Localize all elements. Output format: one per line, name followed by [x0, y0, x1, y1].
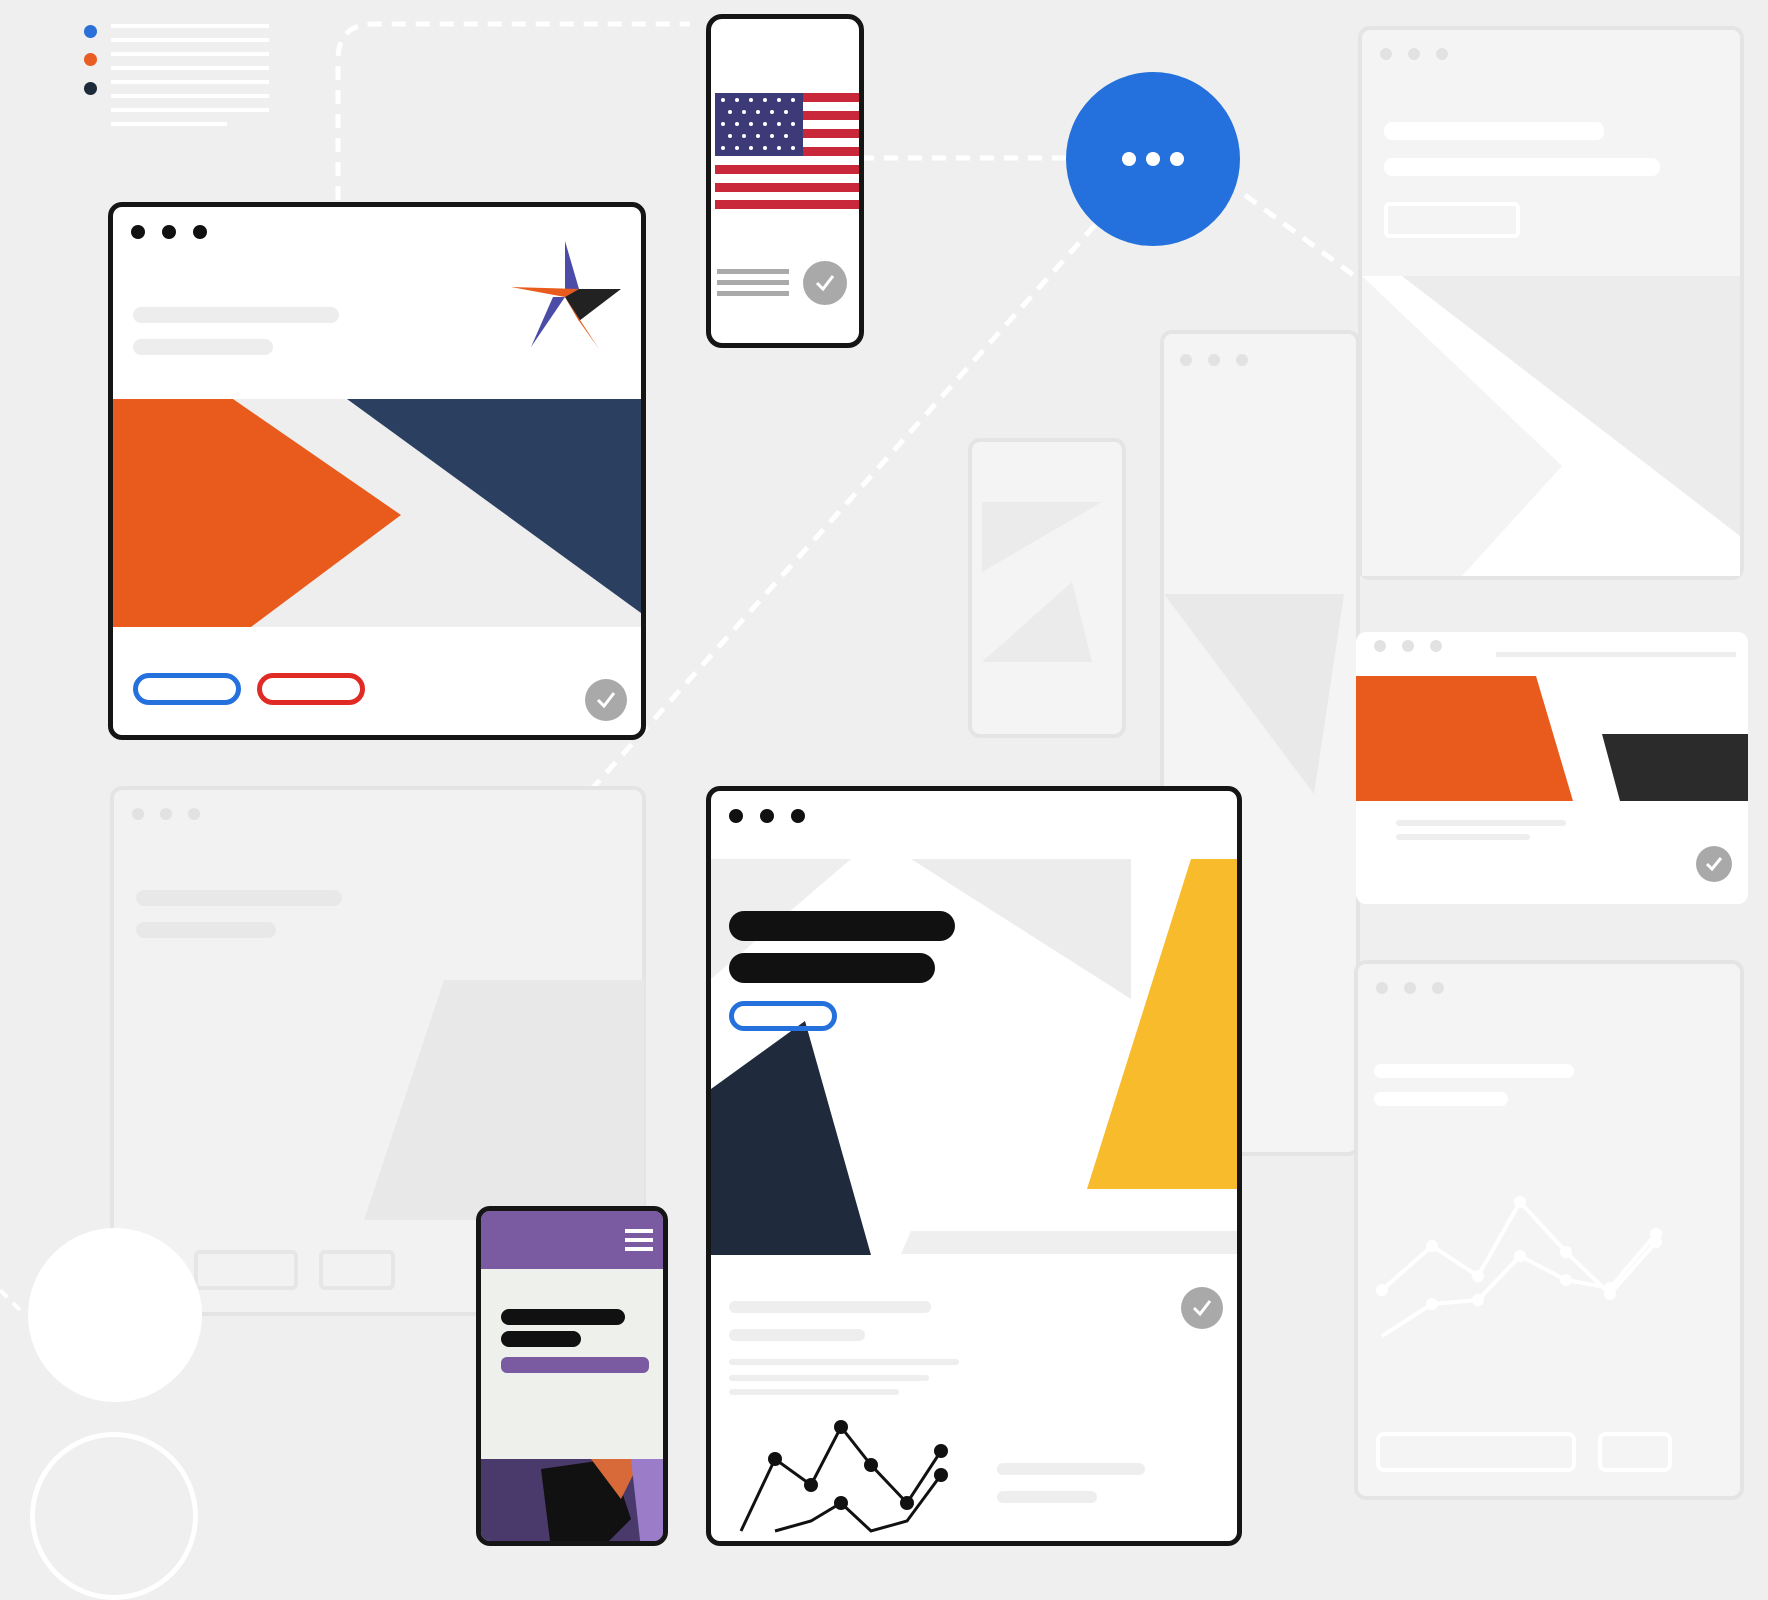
legend-list [80, 20, 280, 150]
phone-cta-bar[interactable] [501, 1357, 649, 1373]
ghost-window-top-right [1358, 26, 1744, 580]
headline-bar-1 [729, 911, 955, 941]
line-chart-graphic [739, 1420, 948, 1533]
white-circle-filled [28, 1228, 202, 1402]
phone-headline-bar-1 [501, 1309, 625, 1325]
us-flag-icon [715, 93, 859, 209]
hero-graphic [113, 399, 641, 627]
window-controls [729, 809, 805, 823]
text-lines [717, 269, 789, 296]
browser-window-tablet[interactable] [706, 786, 1242, 1546]
primary-button-outline-blue[interactable] [133, 673, 241, 705]
check-circle-icon [1181, 1287, 1223, 1329]
phone-flag[interactable] [706, 14, 864, 348]
check-circle-icon [585, 679, 627, 721]
ghost-phone-middle [968, 438, 1126, 738]
browser-window-star[interactable] [108, 202, 646, 740]
title-placeholder [133, 307, 339, 323]
headline-bar-2 [729, 953, 935, 983]
check-circle-icon [803, 261, 847, 305]
white-circle-outline [30, 1432, 198, 1600]
cta-button-outline-blue[interactable] [729, 1001, 837, 1031]
phone-headline-bar-2 [501, 1331, 581, 1347]
legend-dot-orange [84, 53, 97, 66]
phone-hero-graphic [481, 1459, 663, 1541]
banner-card-right [1356, 632, 1748, 904]
legend-dot-navy [84, 82, 97, 95]
hamburger-menu-icon[interactable] [625, 1229, 653, 1251]
phone-purple[interactable] [476, 1206, 668, 1546]
window-controls [131, 225, 207, 239]
ghost-line-chart [1376, 1196, 1662, 1338]
star-logo-icon [511, 241, 621, 349]
more-options-button[interactable] [1066, 72, 1240, 246]
secondary-button-outline-red[interactable] [257, 673, 365, 705]
ghost-window-bottom-right [1354, 960, 1744, 1500]
legend-dot-blue [84, 25, 97, 38]
check-circle-icon [1696, 846, 1732, 882]
subtitle-placeholder [133, 339, 273, 355]
more-horizontal-icon [1122, 152, 1184, 166]
legend-lines [111, 24, 269, 126]
